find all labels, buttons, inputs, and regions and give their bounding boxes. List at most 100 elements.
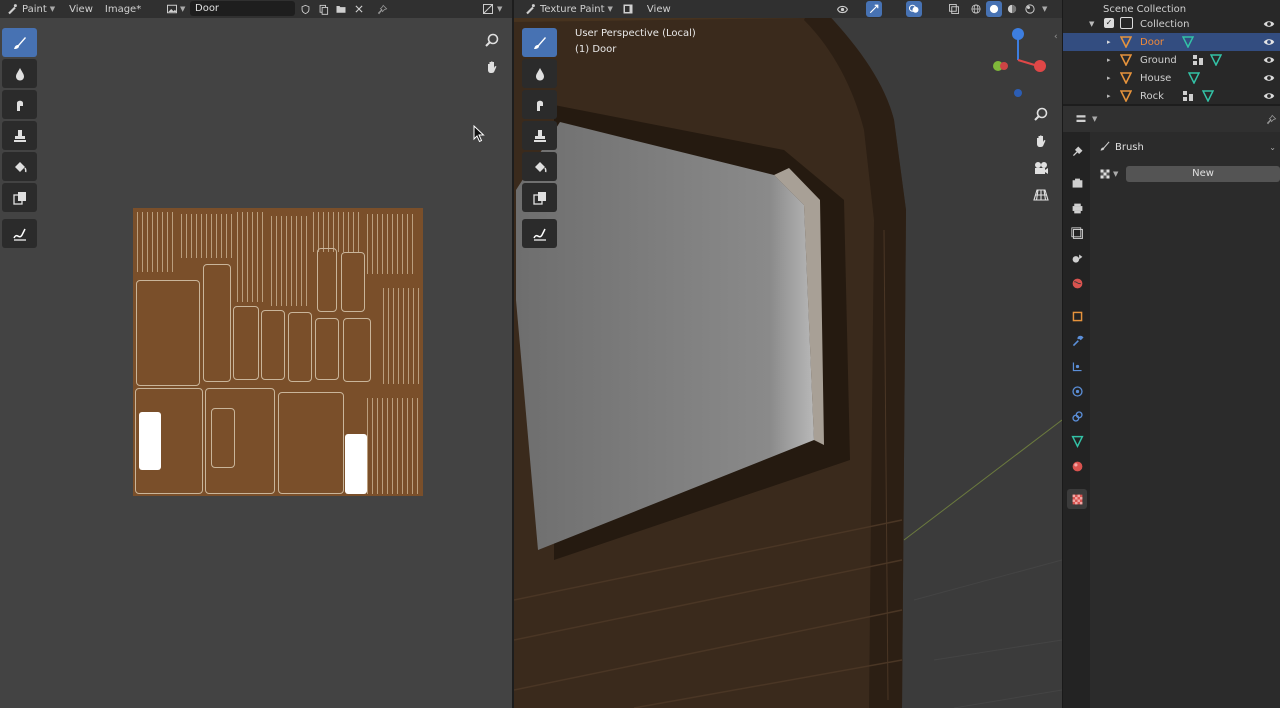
expand-arrow-icon[interactable]: ▸	[1107, 92, 1111, 100]
solid-shading-icon[interactable]	[986, 1, 1002, 17]
tab-texture[interactable]	[1067, 489, 1087, 509]
new-texture-button[interactable]: New	[1126, 166, 1280, 182]
tab-modifiers[interactable]	[1067, 331, 1087, 351]
zoom-icon[interactable]	[1029, 102, 1053, 126]
fill-tool-button[interactable]	[2, 152, 37, 181]
checkbox-icon[interactable]: ✓	[1104, 18, 1114, 28]
tab-particles[interactable]	[1067, 356, 1087, 376]
material-icon	[1072, 461, 1082, 471]
properties-tab-column	[1063, 132, 1090, 708]
menu-image[interactable]: Image*	[100, 0, 146, 18]
fake-user-shield-icon[interactable]	[297, 1, 313, 17]
tab-object[interactable]	[1067, 306, 1087, 326]
expand-arrow-icon[interactable]: ▸	[1107, 56, 1111, 64]
image-editor[interactable]: Paint ▼ View Image* ▼ Door ▼	[0, 0, 512, 708]
soften-tool-button[interactable]	[522, 59, 557, 88]
tab-output[interactable]	[1067, 198, 1087, 218]
soften-tool-button[interactable]	[2, 59, 37, 88]
3d-viewport[interactable]: Texture Paint ▼ View ▼ User Perspective …	[514, 0, 1062, 708]
visibility-eye-icon[interactable]	[1263, 90, 1275, 102]
tab-tool[interactable]	[1067, 141, 1087, 161]
mesh-object-icon	[1120, 72, 1132, 84]
viewport-menu-view[interactable]: View	[642, 0, 676, 18]
editor-type-icon[interactable]	[522, 1, 538, 17]
camera-view-icon[interactable]	[1029, 156, 1053, 180]
expand-arrow-icon[interactable]: ▸	[1107, 38, 1111, 46]
navigation-axis-gizmo[interactable]	[988, 26, 1048, 100]
zoom-icon[interactable]	[480, 28, 504, 52]
tab-physics[interactable]	[1067, 381, 1087, 401]
image-name-field[interactable]: Door	[190, 1, 295, 16]
smear-tool-button[interactable]	[2, 90, 37, 119]
collapse-arrow-icon[interactable]: ‹	[1054, 32, 1058, 42]
xray-toggle-icon[interactable]	[946, 1, 962, 17]
wireframe-shading-icon[interactable]	[968, 1, 984, 17]
outliner-collection-row[interactable]: ▼ ✓ Collection	[1063, 15, 1280, 33]
wrench-icon	[1072, 335, 1084, 346]
new-image-icon[interactable]	[315, 1, 331, 17]
close-icon[interactable]	[351, 1, 367, 17]
pan-hand-icon[interactable]	[1029, 129, 1053, 153]
tab-render[interactable]	[1067, 173, 1087, 193]
mask-icon	[532, 191, 546, 205]
visibility-eye-icon[interactable]	[1263, 36, 1275, 48]
chevron-down-icon: ▼	[1092, 115, 1098, 123]
tab-scene[interactable]	[1067, 248, 1087, 268]
outliner-item-door[interactable]: ▸ Door	[1063, 33, 1280, 51]
editor-type-icon[interactable]	[1073, 111, 1089, 127]
paint-mode-dropdown[interactable]: Paint ▼	[20, 0, 60, 18]
outliner-item-house[interactable]: ▸ House	[1063, 69, 1280, 87]
display-channels-icon[interactable]	[480, 1, 496, 17]
fill-tool-button[interactable]	[522, 152, 557, 181]
annotate-tool-button[interactable]	[2, 219, 37, 248]
texture-paint-mode-dropdown[interactable]: Texture Paint ▼	[538, 0, 618, 18]
outliner-item-ground[interactable]: ▸ Ground	[1063, 51, 1280, 69]
expand-arrow-icon[interactable]: ▼	[1089, 20, 1094, 28]
tab-view-layer[interactable]	[1067, 223, 1087, 243]
smear-tool-button[interactable]	[522, 90, 557, 119]
visibility-eye-icon[interactable]	[1263, 18, 1275, 30]
mask-tool-button[interactable]	[2, 183, 37, 212]
tab-material[interactable]	[1067, 456, 1087, 476]
visibility-eye-icon[interactable]	[1263, 72, 1275, 84]
view-object-types-icon[interactable]	[834, 1, 850, 17]
outliner-item-rock[interactable]: ▸ Rock	[1063, 87, 1280, 105]
modifier-icon	[1193, 55, 1203, 65]
toggle-sidebar-icon[interactable]	[620, 1, 636, 17]
particles-icon	[1072, 361, 1082, 371]
material-shading-icon[interactable]	[1004, 1, 1020, 17]
draw-tool-button[interactable]	[2, 28, 37, 57]
open-folder-icon[interactable]	[333, 1, 349, 17]
draw-tool-button[interactable]	[522, 28, 557, 57]
texture-browse-icon[interactable]: ▼	[1099, 167, 1123, 181]
menu-view[interactable]: View	[64, 0, 98, 18]
pin-icon[interactable]	[1263, 111, 1279, 127]
visibility-eye-icon[interactable]	[1263, 54, 1275, 66]
rendered-shading-icon[interactable]	[1022, 1, 1038, 17]
pan-hand-icon[interactable]	[480, 55, 504, 79]
gizmo-toggle-icon[interactable]	[866, 1, 882, 17]
expand-arrow-icon[interactable]: ▸	[1107, 74, 1111, 82]
overlays-toggle-icon[interactable]	[906, 1, 922, 17]
pin-icon[interactable]	[374, 1, 390, 17]
image-browse-icon[interactable]	[164, 1, 180, 17]
uv-texture-image[interactable]	[133, 208, 423, 496]
tab-constraints[interactable]	[1067, 406, 1087, 426]
annotate-tool-button[interactable]	[522, 219, 557, 248]
tab-world[interactable]	[1067, 273, 1087, 293]
mask-icon	[12, 191, 26, 205]
chevron-down-icon: ▼	[497, 5, 503, 13]
outliner-panel[interactable]: Scene Collection ▼ ✓ Collection ▸ Door ▸…	[1063, 0, 1280, 104]
tab-data[interactable]	[1067, 431, 1087, 451]
tool-icon	[1072, 146, 1082, 156]
editor-type-icon[interactable]	[4, 1, 20, 17]
chevron-down-icon: ⌄	[1269, 142, 1276, 152]
brush-panel-header[interactable]: Brush ⌄	[1097, 139, 1280, 155]
clone-tool-button[interactable]	[2, 121, 37, 150]
mask-tool-button[interactable]	[522, 183, 557, 212]
annotate-icon	[532, 228, 546, 241]
clone-tool-button[interactable]	[522, 121, 557, 150]
white-uv-island	[139, 412, 161, 470]
properties-panel[interactable]: ▼ Brush ⌄ ▼	[1063, 106, 1280, 708]
perspective-toggle-icon[interactable]	[1029, 183, 1053, 207]
